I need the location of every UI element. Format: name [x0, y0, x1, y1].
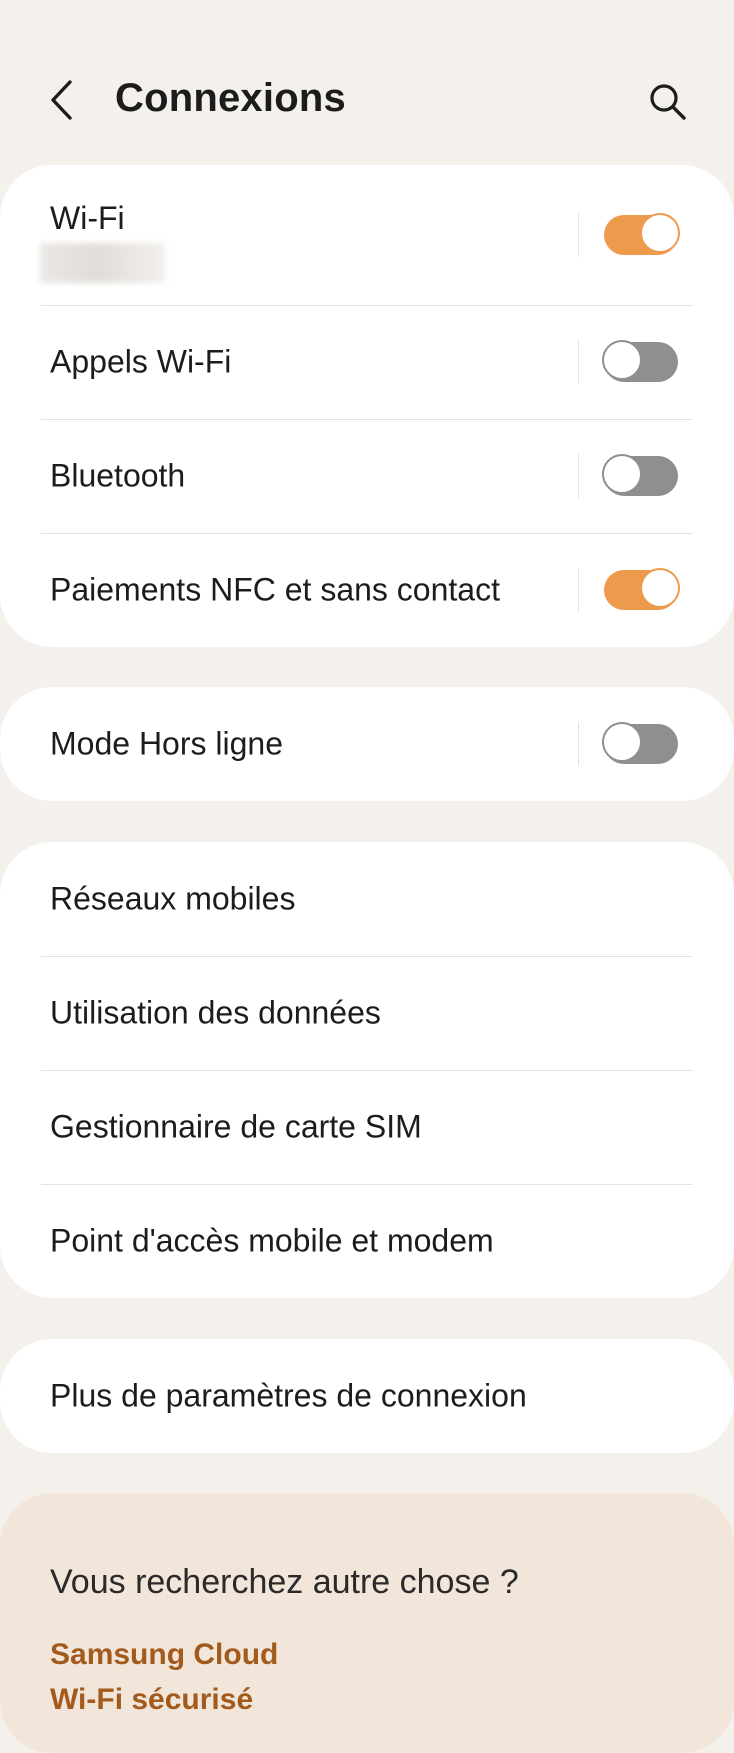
- suggestions-title: Vous recherchez autre chose ?: [50, 1563, 519, 1601]
- airplane-mode-toggle[interactable]: [602, 722, 678, 764]
- airplane-card: Mode Hors ligne: [0, 687, 734, 801]
- page-title: Connexions: [115, 76, 346, 120]
- nfc-label: Paiements NFC et sans contact: [50, 571, 500, 608]
- sim-manager-label: Gestionnaire de carte SIM: [50, 1108, 422, 1145]
- hotspot-row[interactable]: Point d'accès mobile et modem: [0, 1184, 734, 1298]
- more-settings-row[interactable]: Plus de paramètres de connexion: [0, 1339, 734, 1453]
- wifi-calling-label: Appels Wi-Fi: [50, 343, 232, 380]
- suggestion-link-secure-wifi[interactable]: Wi-Fi sécurisé: [50, 1683, 253, 1717]
- divider: [578, 568, 579, 612]
- hotspot-label: Point d'accès mobile et modem: [50, 1222, 494, 1259]
- wifi-label: Wi-Fi: [50, 200, 125, 236]
- chevron-left-icon: [51, 80, 72, 120]
- bluetooth-label: Bluetooth: [50, 457, 186, 494]
- toggle-knob: [640, 213, 680, 253]
- top-app-bar: Connexions: [0, 50, 734, 150]
- nfc-toggle[interactable]: [604, 568, 680, 610]
- divider: [578, 213, 579, 257]
- mobile-networks-row[interactable]: Réseaux mobiles: [0, 842, 734, 956]
- divider: [578, 340, 579, 384]
- wifi-network-name-redacted: [40, 243, 165, 283]
- wifi-toggle[interactable]: [604, 213, 680, 255]
- toggle-knob: [602, 340, 642, 380]
- data-usage-row[interactable]: Utilisation des données: [0, 956, 734, 1070]
- back-button[interactable]: [42, 74, 82, 126]
- network-card: Réseaux mobiles Utilisation des données …: [0, 842, 734, 1298]
- data-usage-label: Utilisation des données: [50, 994, 381, 1031]
- more-settings-label: Plus de paramètres de connexion: [50, 1377, 527, 1414]
- airplane-mode-label: Mode Hors ligne: [50, 725, 283, 762]
- wifi-calling-row[interactable]: Appels Wi-Fi: [0, 305, 734, 419]
- toggle-knob: [602, 722, 642, 762]
- more-settings-card: Plus de paramètres de connexion: [0, 1339, 734, 1453]
- bluetooth-toggle[interactable]: [602, 454, 678, 496]
- airplane-mode-row[interactable]: Mode Hors ligne: [0, 687, 734, 801]
- nfc-row[interactable]: Paiements NFC et sans contact: [0, 533, 734, 647]
- toggle-knob: [602, 454, 642, 494]
- bluetooth-row[interactable]: Bluetooth: [0, 419, 734, 533]
- suggestion-link-samsung-cloud[interactable]: Samsung Cloud: [50, 1638, 278, 1672]
- wifi-calling-toggle[interactable]: [602, 340, 678, 382]
- search-icon: [650, 84, 686, 120]
- divider: [578, 454, 579, 498]
- sim-manager-row[interactable]: Gestionnaire de carte SIM: [0, 1070, 734, 1184]
- search-button[interactable]: [644, 78, 692, 126]
- wifi-row[interactable]: Wi-Fi: [0, 165, 734, 305]
- divider: [578, 722, 579, 766]
- suggestions-card: Vous recherchez autre chose ? Samsung Cl…: [0, 1493, 734, 1753]
- toggle-knob: [640, 568, 680, 608]
- connectivity-card: Wi-Fi Appels Wi-Fi Bluetooth Paiements N…: [0, 165, 734, 647]
- mobile-networks-label: Réseaux mobiles: [50, 880, 296, 917]
